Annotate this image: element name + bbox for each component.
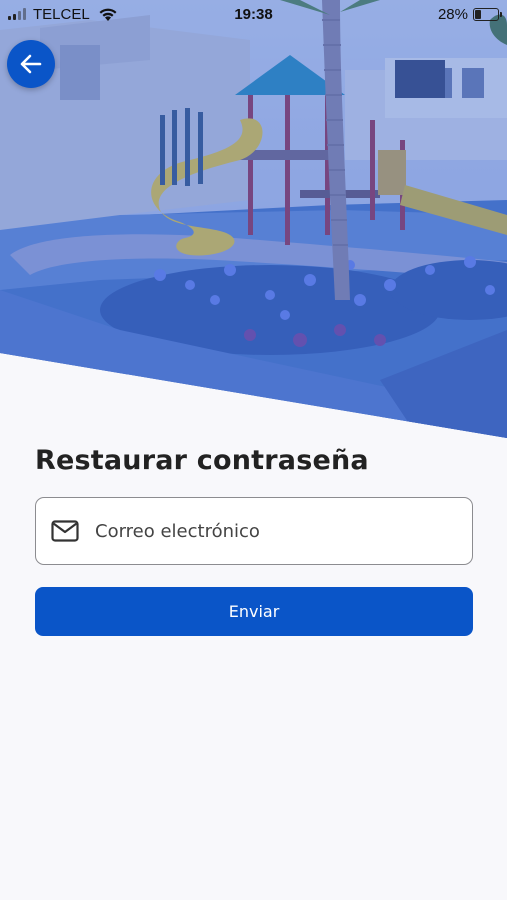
restore-password-form: Restaurar contraseña Enviar bbox=[35, 438, 473, 636]
email-field[interactable] bbox=[35, 497, 473, 565]
signal-icon bbox=[8, 8, 26, 20]
header-image bbox=[0, 0, 507, 440]
playground-park-photo bbox=[0, 0, 507, 438]
battery-percent: 28% bbox=[437, 5, 468, 23]
status-right: 28% bbox=[437, 5, 502, 23]
email-input[interactable] bbox=[95, 498, 472, 564]
status-bar: TELCEL 19:38 28% bbox=[0, 0, 507, 28]
page-title: Restaurar contraseña bbox=[35, 445, 369, 476]
carrier-name: TELCEL bbox=[33, 5, 90, 23]
status-left: TELCEL bbox=[8, 6, 118, 23]
battery-level bbox=[475, 9, 482, 19]
submit-button[interactable]: Enviar bbox=[35, 587, 473, 636]
submit-button-label: Enviar bbox=[228, 602, 280, 621]
mail-icon bbox=[51, 520, 79, 542]
battery-icon bbox=[473, 7, 502, 21]
wifi-icon bbox=[99, 8, 117, 21]
arrow-left-icon bbox=[20, 54, 42, 74]
restore-password-screen: TELCEL 19:38 28% Restaurar contraseña Co… bbox=[0, 0, 507, 900]
back-button[interactable] bbox=[7, 40, 55, 88]
